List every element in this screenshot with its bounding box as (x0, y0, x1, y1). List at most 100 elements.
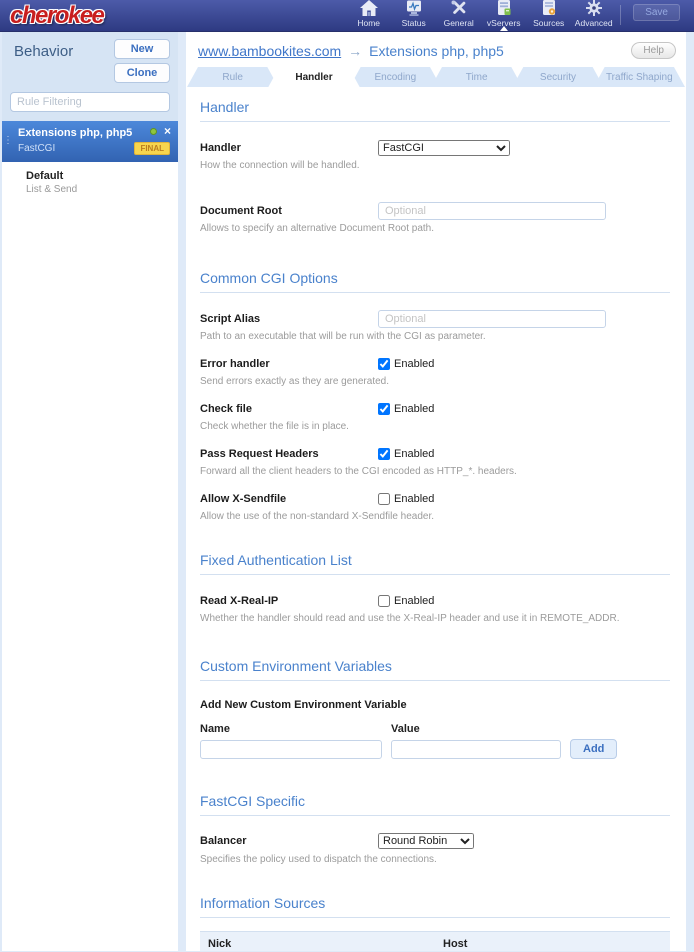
field-description: Send errors exactly as they are generate… (200, 376, 670, 387)
clone-rule-button[interactable]: Clone (114, 63, 170, 83)
rule-name: Default (26, 170, 170, 182)
rule-tabs: Rule Handler Encoding Time Security Traf… (186, 67, 686, 87)
nav-label: vServers (487, 18, 521, 28)
env-value-label: Value (391, 723, 561, 735)
checkbox-label: Enabled (394, 493, 434, 505)
env-name-input[interactable] (200, 740, 382, 759)
nav-sources[interactable]: Sources (526, 0, 571, 30)
env-value-input[interactable] (391, 740, 561, 759)
nav-label: General (444, 18, 474, 28)
checkbox-label: Enabled (394, 403, 434, 415)
delete-rule-icon[interactable]: × (164, 127, 171, 135)
field-label: Check file (200, 403, 378, 415)
field-label: Balancer (200, 835, 378, 847)
behavior-sidebar: Behavior New Clone ⋮ Extensions php, php… (2, 32, 178, 951)
field-label: Read X-Real-IP (200, 595, 378, 607)
table-header-row: Nick Host (200, 931, 670, 951)
rule-item-default[interactable]: Default List & Send (2, 162, 178, 203)
field-description: Allows to specify an alternative Documen… (200, 223, 670, 234)
env-value-column: Value (391, 723, 561, 759)
vservers-icon (481, 0, 526, 17)
field-label: Handler (200, 142, 378, 154)
rule-name: Extensions php, php5 (18, 127, 172, 139)
cherokee-logo: cherokee (10, 2, 103, 30)
field-description: How the connection will be handled. (200, 160, 670, 171)
information-sources-table: Nick Host PHP-FastCGI 127.0.0.1:9000 (200, 931, 670, 952)
home-icon (346, 0, 391, 17)
balancer-select[interactable]: Round Robin (378, 833, 474, 849)
nav-advanced[interactable]: Advanced (571, 0, 616, 30)
sidebar-header-area: Behavior New Clone (2, 32, 178, 121)
field-balancer: Balancer Round Robin Specifies the polic… (200, 832, 670, 865)
status-icon (391, 0, 436, 17)
field-description: Forward all the client headers to the CG… (200, 466, 670, 477)
env-name-label: Name (200, 723, 382, 735)
checkbox-label: Enabled (394, 595, 434, 607)
section-title-handler: Handler (200, 99, 670, 122)
page-body: Behavior New Clone ⋮ Extensions php, php… (0, 32, 694, 951)
breadcrumb: www.bambookites.com → Extensions php, ph… (186, 32, 686, 59)
nav-status[interactable]: Status (391, 0, 436, 30)
error-handler-checkbox[interactable] (378, 358, 390, 370)
column-header-nick: Nick (200, 931, 435, 951)
field-description: Specifies the policy used to dispatch th… (200, 854, 670, 865)
breadcrumb-vserver-link[interactable]: www.bambookites.com (198, 43, 341, 59)
field-pass-request-headers: Pass Request Headers Enabled Forward all… (200, 444, 670, 477)
field-allow-x-sendfile: Allow X-Sendfile Enabled Allow the use o… (200, 489, 670, 522)
tab-traffic-shaping[interactable]: Traffic Shaping (594, 67, 685, 87)
read-x-real-ip-checkbox[interactable] (378, 595, 390, 607)
tab-handler[interactable]: Handler (268, 67, 359, 87)
new-rule-button[interactable]: New (114, 39, 170, 59)
field-description: Check whether the file is in place. (200, 421, 670, 432)
field-handler: Handler FastCGI How the connection will … (200, 138, 670, 171)
sidebar-title: Behavior (14, 43, 73, 83)
field-label: Error handler (200, 358, 378, 370)
sources-icon (526, 0, 571, 17)
nav-label: Status (402, 18, 426, 28)
rule-item-extensions-php[interactable]: ⋮ Extensions php, php5 FastCGI FINAL × (2, 121, 178, 162)
rule-handler-type: FastCGI (18, 143, 55, 154)
rule-filter-input[interactable] (10, 92, 170, 112)
field-description: Allow the use of the non-standard X-Send… (200, 511, 670, 522)
save-button[interactable]: Save (633, 4, 680, 21)
field-label: Pass Request Headers (200, 448, 378, 460)
field-error-handler: Error handler Enabled Send errors exactl… (200, 354, 670, 387)
nav-label: Sources (533, 18, 564, 28)
env-variable-form: Name Value Add (200, 723, 670, 759)
field-check-file: Check file Enabled Check whether the fil… (200, 399, 670, 432)
env-name-column: Name (200, 723, 382, 759)
nav-vservers[interactable]: vServers (481, 0, 526, 30)
document-root-input[interactable] (378, 202, 606, 220)
tab-encoding[interactable]: Encoding (350, 67, 441, 87)
checkbox-label: Enabled (394, 448, 434, 460)
help-button[interactable]: Help (631, 42, 676, 59)
general-icon (436, 0, 481, 17)
final-badge: FINAL (134, 142, 170, 155)
handler-select[interactable]: FastCGI (378, 140, 510, 156)
tab-rule[interactable]: Rule (187, 67, 278, 87)
check-file-checkbox[interactable] (378, 403, 390, 415)
nav-general[interactable]: General (436, 0, 481, 30)
nav-home[interactable]: Home (346, 0, 391, 30)
pass-request-headers-checkbox[interactable] (378, 448, 390, 460)
field-label: Allow X-Sendfile (200, 493, 378, 505)
field-document-root: Document Root Allows to specify an alter… (200, 201, 670, 234)
script-alias-input[interactable] (378, 310, 606, 328)
tab-security[interactable]: Security (512, 67, 603, 87)
allow-x-sendfile-checkbox[interactable] (378, 493, 390, 505)
drag-handle-icon[interactable]: ⋮ (2, 127, 14, 155)
add-new-env-label: Add New Custom Environment Variable (200, 699, 670, 711)
checkbox-label: Enabled (394, 358, 434, 370)
section-title-fastcgi: FastCGI Specific (200, 793, 670, 816)
field-read-x-real-ip: Read X-Real-IP Enabled Whether the handl… (200, 591, 670, 624)
field-description: Whether the handler should read and use … (200, 613, 670, 624)
field-label: Script Alias (200, 313, 378, 325)
rule-enabled-dot-icon[interactable] (150, 128, 157, 135)
top-navigation: Home Status General vServers Sources (346, 0, 621, 31)
add-env-variable-button[interactable]: Add (570, 739, 617, 759)
nav-label: Advanced (575, 18, 613, 28)
breadcrumb-arrow-icon: → (348, 43, 362, 59)
tab-content: Handler Handler FastCGI How the connecti… (186, 87, 686, 951)
tab-time[interactable]: Time (431, 67, 522, 87)
field-script-alias: Script Alias Path to an executable that … (200, 309, 670, 342)
